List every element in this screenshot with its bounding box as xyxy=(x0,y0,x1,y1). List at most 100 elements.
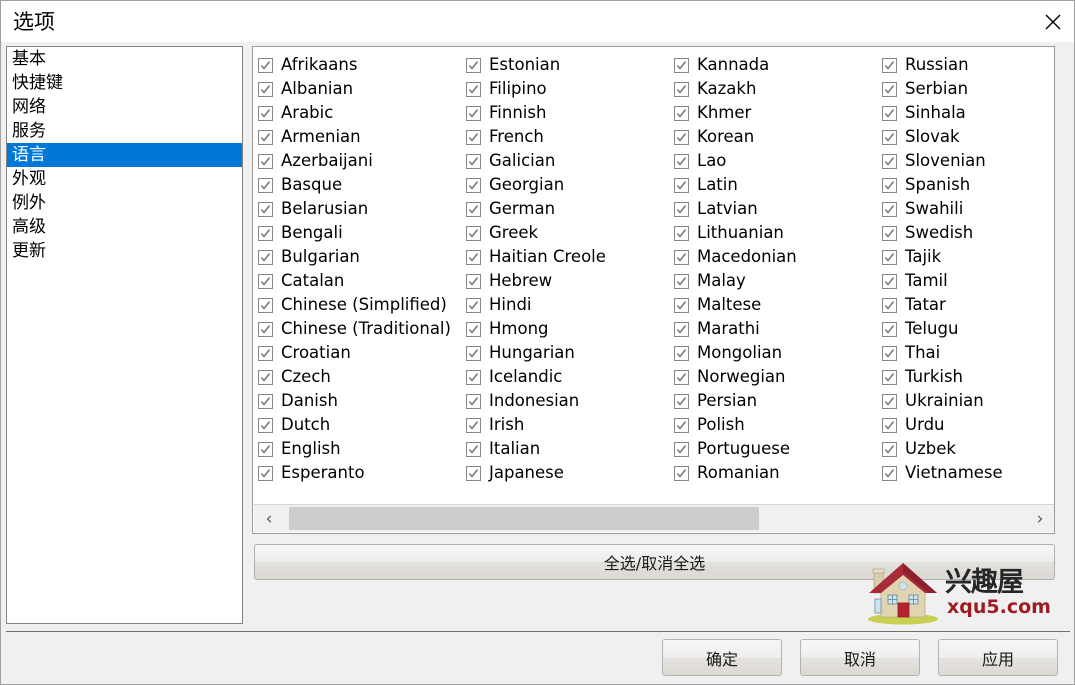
checkbox-checked-icon[interactable] xyxy=(466,441,481,457)
checkbox-checked-icon[interactable] xyxy=(674,201,689,217)
language-row[interactable]: Kazakh xyxy=(674,77,877,101)
checkbox-checked-icon[interactable] xyxy=(674,153,689,169)
language-row[interactable]: Dutch xyxy=(258,413,461,437)
checkbox-checked-icon[interactable] xyxy=(882,153,897,169)
horizontal-scrollbar[interactable]: ‹ › xyxy=(254,504,1054,532)
checkbox-checked-icon[interactable] xyxy=(258,105,273,121)
language-row[interactable]: Azerbaijani xyxy=(258,149,461,173)
checkbox-checked-icon[interactable] xyxy=(674,441,689,457)
language-row[interactable]: Armenian xyxy=(258,125,461,149)
language-row[interactable]: Catalan xyxy=(258,269,461,293)
language-row[interactable]: French xyxy=(466,125,669,149)
language-row[interactable]: Lao xyxy=(674,149,877,173)
checkbox-checked-icon[interactable] xyxy=(674,345,689,361)
checkbox-checked-icon[interactable] xyxy=(466,417,481,433)
checkbox-checked-icon[interactable] xyxy=(258,177,273,193)
language-row[interactable]: Persian xyxy=(674,389,877,413)
checkbox-checked-icon[interactable] xyxy=(258,81,273,97)
language-row[interactable]: Swedish xyxy=(882,221,1054,245)
language-row[interactable]: Lithuanian xyxy=(674,221,877,245)
language-row[interactable]: Urdu xyxy=(882,413,1054,437)
language-row[interactable]: Khmer xyxy=(674,101,877,125)
checkbox-checked-icon[interactable] xyxy=(674,81,689,97)
checkbox-checked-icon[interactable] xyxy=(882,345,897,361)
checkbox-checked-icon[interactable] xyxy=(882,105,897,121)
language-row[interactable]: Danish xyxy=(258,389,461,413)
language-row[interactable]: Spanish xyxy=(882,173,1054,197)
language-row[interactable]: Telugu xyxy=(882,317,1054,341)
checkbox-checked-icon[interactable] xyxy=(466,177,481,193)
sidebar-item-6[interactable]: 例外 xyxy=(7,191,242,215)
sidebar-item-1[interactable]: 快捷键 xyxy=(7,71,242,95)
checkbox-checked-icon[interactable] xyxy=(674,105,689,121)
checkbox-checked-icon[interactable] xyxy=(674,57,689,73)
checkbox-checked-icon[interactable] xyxy=(466,345,481,361)
cancel-button[interactable]: 取消 xyxy=(800,639,920,676)
language-row[interactable]: Indonesian xyxy=(466,389,669,413)
scroll-left-arrow-icon[interactable]: ‹ xyxy=(254,505,284,532)
language-row[interactable]: Tamil xyxy=(882,269,1054,293)
language-row[interactable]: Norwegian xyxy=(674,365,877,389)
checkbox-checked-icon[interactable] xyxy=(258,297,273,313)
language-row[interactable]: Greek xyxy=(466,221,669,245)
checkbox-checked-icon[interactable] xyxy=(466,297,481,313)
language-row[interactable]: Bengali xyxy=(258,221,461,245)
language-row[interactable]: Swahili xyxy=(882,197,1054,221)
language-row[interactable]: Czech xyxy=(258,365,461,389)
language-row[interactable]: Romanian xyxy=(674,461,877,485)
language-row[interactable]: Portuguese xyxy=(674,437,877,461)
ok-button[interactable]: 确定 xyxy=(662,639,782,676)
apply-button[interactable]: 应用 xyxy=(938,639,1058,676)
sidebar-item-2[interactable]: 网络 xyxy=(7,95,242,119)
checkbox-checked-icon[interactable] xyxy=(466,81,481,97)
language-row[interactable]: Icelandic xyxy=(466,365,669,389)
checkbox-checked-icon[interactable] xyxy=(674,129,689,145)
sidebar-item-0[interactable]: 基本 xyxy=(7,47,242,71)
language-row[interactable]: English xyxy=(258,437,461,461)
checkbox-checked-icon[interactable] xyxy=(466,321,481,337)
checkbox-checked-icon[interactable] xyxy=(258,465,273,481)
language-row[interactable]: Thai xyxy=(882,341,1054,365)
scrollbar-thumb[interactable] xyxy=(289,507,759,530)
language-row[interactable]: Latin xyxy=(674,173,877,197)
language-row[interactable]: Galician xyxy=(466,149,669,173)
language-row[interactable]: Marathi xyxy=(674,317,877,341)
sidebar-item-7[interactable]: 高级 xyxy=(7,215,242,239)
language-row[interactable]: Croatian xyxy=(258,341,461,365)
checkbox-checked-icon[interactable] xyxy=(466,57,481,73)
checkbox-checked-icon[interactable] xyxy=(882,225,897,241)
checkbox-checked-icon[interactable] xyxy=(674,225,689,241)
language-row[interactable]: Basque xyxy=(258,173,461,197)
language-row[interactable]: Belarusian xyxy=(258,197,461,221)
language-row[interactable]: Turkish xyxy=(882,365,1054,389)
language-row[interactable]: Polish xyxy=(674,413,877,437)
checkbox-checked-icon[interactable] xyxy=(882,249,897,265)
checkbox-checked-icon[interactable] xyxy=(882,369,897,385)
close-button[interactable] xyxy=(1030,1,1074,42)
language-row[interactable]: Latvian xyxy=(674,197,877,221)
language-row[interactable]: Vietnamese xyxy=(882,461,1054,485)
checkbox-checked-icon[interactable] xyxy=(258,441,273,457)
language-row[interactable]: Russian xyxy=(882,53,1054,77)
checkbox-checked-icon[interactable] xyxy=(674,417,689,433)
checkbox-checked-icon[interactable] xyxy=(258,321,273,337)
language-row[interactable]: Filipino xyxy=(466,77,669,101)
checkbox-checked-icon[interactable] xyxy=(674,321,689,337)
checkbox-checked-icon[interactable] xyxy=(882,201,897,217)
checkbox-checked-icon[interactable] xyxy=(882,129,897,145)
language-row[interactable]: Albanian xyxy=(258,77,461,101)
language-row[interactable]: Georgian xyxy=(466,173,669,197)
checkbox-checked-icon[interactable] xyxy=(258,417,273,433)
language-row[interactable]: Finnish xyxy=(466,101,669,125)
language-row[interactable]: Esperanto xyxy=(258,461,461,485)
language-row[interactable]: Hindi xyxy=(466,293,669,317)
language-row[interactable]: Japanese xyxy=(466,461,669,485)
language-row[interactable]: Tatar xyxy=(882,293,1054,317)
language-row[interactable]: Serbian xyxy=(882,77,1054,101)
language-row[interactable]: Hungarian xyxy=(466,341,669,365)
sidebar-item-4[interactable]: 语言 xyxy=(7,143,242,167)
checkbox-checked-icon[interactable] xyxy=(258,225,273,241)
select-all-button[interactable]: 全选/取消全选 xyxy=(254,544,1055,580)
category-list[interactable]: 基本 快捷键 网络 服务 语言 外观 例外 高级 更新 xyxy=(6,46,243,624)
checkbox-checked-icon[interactable] xyxy=(466,393,481,409)
